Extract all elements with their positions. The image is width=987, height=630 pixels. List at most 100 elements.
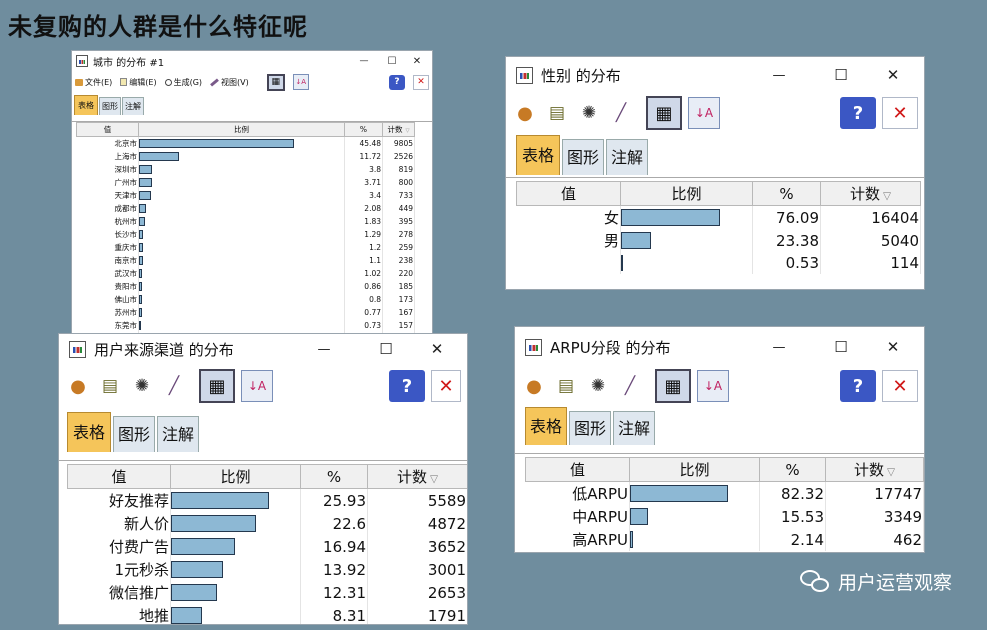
table-row[interactable]: 好友推荐 25.93 5589: [67, 488, 467, 512]
tab-table[interactable]: 表格: [516, 135, 560, 175]
table-row[interactable]: 男 23.38 5040: [516, 229, 921, 252]
menu-view[interactable]: 视图(V): [210, 77, 249, 88]
tab-graph[interactable]: 图形: [569, 411, 611, 445]
tab-annotation[interactable]: 注解: [613, 411, 655, 445]
table-row[interactable]: 微信推广 12.31 2653: [67, 581, 467, 604]
minimize-button[interactable]: —: [293, 342, 355, 357]
table-row[interactable]: 杭州市 1.83 395: [76, 215, 415, 228]
close-red-icon[interactable]: ✕: [882, 97, 918, 129]
minimize-button[interactable]: —: [748, 68, 810, 83]
sort-icon[interactable]: ↓A: [292, 74, 309, 90]
maximize-button[interactable]: ☐: [810, 66, 872, 84]
close-button[interactable]: ✕: [872, 66, 914, 84]
bag-icon[interactable]: ●: [512, 100, 538, 126]
wand-icon[interactable]: ╱: [608, 100, 634, 126]
menu-generate[interactable]: 生成(G): [164, 77, 202, 88]
minimize-button[interactable]: —: [350, 56, 378, 66]
sparkle-icon[interactable]: ✺: [129, 373, 155, 399]
col-header-value[interactable]: 值: [525, 457, 630, 482]
table-view-icon[interactable]: ▦: [266, 73, 285, 91]
sort-icon[interactable]: ↓A: [697, 370, 729, 402]
tab-table[interactable]: 表格: [67, 412, 111, 452]
col-header-count[interactable]: 计数 ▽: [825, 457, 924, 482]
close-button[interactable]: ✕: [417, 340, 457, 358]
table-row[interactable]: 付费广告 16.94 3652: [67, 535, 467, 558]
sort-icon[interactable]: ↓A: [241, 370, 273, 402]
wand-icon[interactable]: ╱: [161, 373, 187, 399]
table-row[interactable]: 长沙市 1.29 278: [76, 228, 415, 241]
menu-file[interactable]: 文件(E): [75, 77, 112, 88]
wand-icon[interactable]: ╱: [617, 373, 643, 399]
table-view-icon[interactable]: ▦: [646, 96, 682, 130]
help-icon[interactable]: ?: [840, 97, 876, 129]
col-header-value[interactable]: 值: [516, 181, 621, 206]
table-row[interactable]: 1元秒杀 13.92 3001: [67, 558, 467, 581]
close-red-icon[interactable]: ✕: [882, 370, 918, 402]
col-header-percent[interactable]: %: [759, 457, 826, 482]
col-header-percent[interactable]: %: [752, 181, 821, 206]
tab-annotation[interactable]: 注解: [157, 416, 199, 452]
tab-annotation[interactable]: 注解: [606, 139, 648, 175]
document-icon[interactable]: ▤: [553, 373, 579, 399]
table-row[interactable]: 广州市 3.71 800: [76, 176, 415, 189]
table-row[interactable]: 天津市 3.4 733: [76, 189, 415, 202]
table-row[interactable]: 重庆市 1.2 259: [76, 241, 415, 254]
col-header-value[interactable]: 值: [67, 464, 171, 489]
bag-icon[interactable]: ●: [521, 373, 547, 399]
col-header-percent[interactable]: %: [344, 122, 383, 137]
table-row[interactable]: 低ARPU 82.32 17747: [525, 481, 924, 505]
tab-annotation[interactable]: 注解: [122, 97, 144, 115]
close-button[interactable]: ✕: [872, 338, 914, 356]
table-row[interactable]: 高ARPU 2.14 462: [525, 528, 924, 551]
table-row[interactable]: 武汉市 1.02 220: [76, 267, 415, 280]
menu-edit[interactable]: 编辑(E): [120, 77, 157, 88]
table-row[interactable]: 地推 8.31 1791: [67, 604, 467, 624]
tab-table[interactable]: 表格: [525, 407, 567, 445]
table-row[interactable]: 苏州市 0.77 167: [76, 306, 415, 319]
tab-graph[interactable]: 图形: [99, 97, 121, 115]
col-header-value[interactable]: 值: [76, 122, 139, 137]
help-icon[interactable]: ?: [840, 370, 876, 402]
col-header-ratio[interactable]: 比例: [620, 181, 753, 206]
maximize-button[interactable]: ☐: [378, 56, 406, 67]
maximize-button[interactable]: ☐: [355, 340, 417, 358]
table-row[interactable]: 深圳市 3.8 819: [76, 163, 415, 176]
col-header-ratio[interactable]: 比例: [629, 457, 760, 482]
table-view-icon[interactable]: ▦: [199, 369, 235, 403]
table-row[interactable]: 女 76.09 16404: [516, 205, 921, 229]
ratio-bar: [171, 492, 269, 509]
sparkle-icon[interactable]: ✺: [585, 373, 611, 399]
tab-graph[interactable]: 图形: [113, 416, 155, 452]
tab-graph[interactable]: 图形: [562, 139, 604, 175]
table-row[interactable]: 北京市 45.48 9805: [76, 136, 415, 150]
table-row[interactable]: 中ARPU 15.53 3349: [525, 505, 924, 528]
table-row[interactable]: 东莞市 0.73 157: [76, 319, 415, 332]
col-header-percent[interactable]: %: [300, 464, 368, 489]
tab-table[interactable]: 表格: [74, 95, 98, 115]
col-header-count[interactable]: 计数 ▽: [820, 181, 921, 206]
close-button[interactable]: ✕: [406, 56, 428, 67]
col-header-ratio[interactable]: 比例: [138, 122, 345, 137]
table-row[interactable]: 0.53 114: [516, 252, 921, 274]
close-red-icon[interactable]: ✕: [431, 370, 461, 402]
table-row[interactable]: 新人价 22.6 4872: [67, 512, 467, 535]
bag-icon[interactable]: ●: [65, 373, 91, 399]
document-icon[interactable]: ▤: [544, 100, 570, 126]
minimize-button[interactable]: —: [748, 340, 810, 355]
table-row[interactable]: 南京市 1.1 238: [76, 254, 415, 267]
col-header-count[interactable]: 计数 ▽: [367, 464, 467, 489]
table-row[interactable]: 佛山市 0.8 173: [76, 293, 415, 306]
table-row[interactable]: 成都市 2.08 449: [76, 202, 415, 215]
help-icon[interactable]: ?: [389, 74, 405, 90]
table-row[interactable]: 贵阳市 0.86 185: [76, 280, 415, 293]
close-red-icon[interactable]: ✕: [413, 74, 429, 90]
table-view-icon[interactable]: ▦: [655, 369, 691, 403]
sparkle-icon[interactable]: ✺: [576, 100, 602, 126]
help-icon[interactable]: ?: [389, 370, 425, 402]
col-header-count[interactable]: 计数 ▽: [382, 122, 415, 137]
table-row[interactable]: 上海市 11.72 2526: [76, 150, 415, 163]
sort-icon[interactable]: ↓A: [688, 97, 720, 129]
maximize-button[interactable]: ☐: [810, 338, 872, 356]
col-header-ratio[interactable]: 比例: [170, 464, 301, 489]
document-icon[interactable]: ▤: [97, 373, 123, 399]
